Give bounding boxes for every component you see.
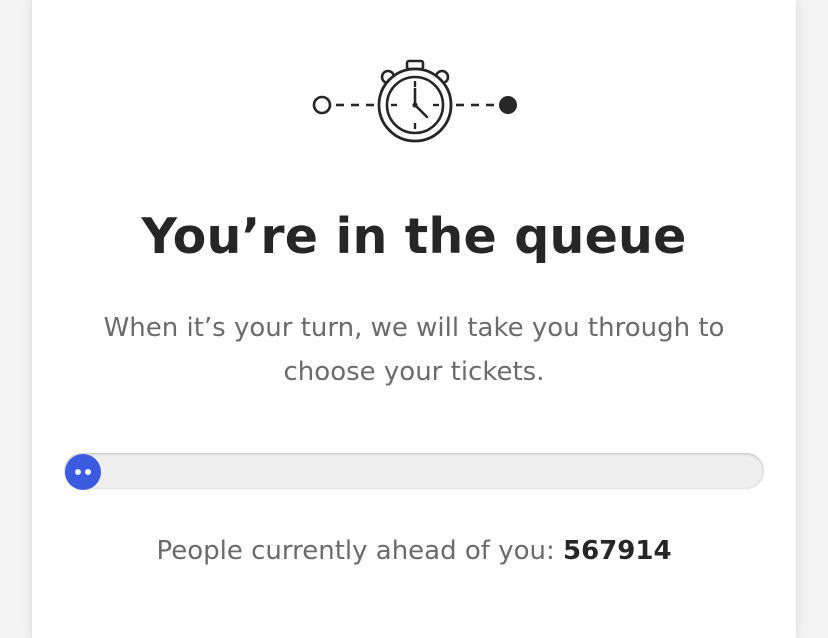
progress-indicator-icon	[65, 454, 101, 490]
queue-card: You’re in the queue When it’s your turn,…	[32, 0, 796, 638]
ahead-label: People currently ahead of you:	[156, 536, 555, 566]
stopwatch-icon	[312, 59, 517, 143]
ahead-count: 567914	[563, 536, 672, 566]
page-title: You’re in the queue	[141, 208, 687, 265]
queue-progress-bar	[64, 453, 764, 489]
queue-description: When it’s your turn, we will take you th…	[103, 313, 725, 387]
queue-position-text: People currently ahead of you: 567914	[32, 536, 796, 566]
